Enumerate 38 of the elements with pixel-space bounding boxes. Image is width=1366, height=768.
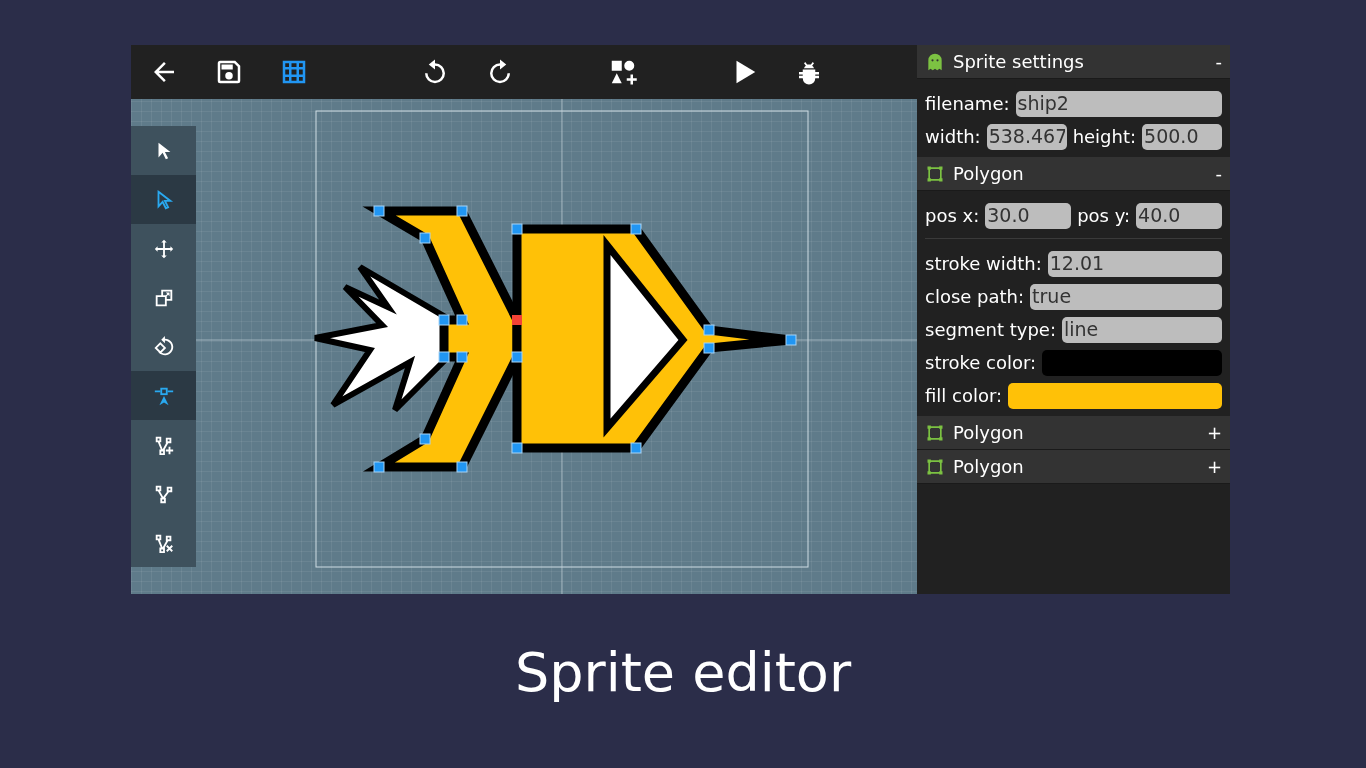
field-label: stroke width: [925, 252, 1042, 276]
collapse-toggle[interactable]: - [1215, 48, 1222, 75]
spaceship-drawing[interactable] [312, 205, 797, 473]
color-swatch[interactable] [1008, 382, 1222, 409]
input-field[interactable]: 40.0 [1136, 202, 1222, 229]
input-field[interactable]: true [1030, 283, 1222, 310]
ghost-icon [925, 51, 945, 72]
section-header[interactable]: Polygon + [917, 450, 1230, 484]
section-header[interactable]: Sprite settings - [917, 45, 1230, 79]
field-label: close path: [925, 285, 1025, 309]
field-label: stroke color: [925, 351, 1037, 375]
move-icon [152, 237, 175, 260]
field-label: fill color: [925, 384, 1003, 408]
expand-toggle[interactable]: + [1206, 419, 1222, 446]
direct-select-tool[interactable] [131, 175, 196, 224]
expand-toggle[interactable]: + [1206, 453, 1222, 480]
field-label: filename: [925, 92, 1010, 116]
field-label: width: [925, 125, 981, 149]
input-field[interactable]: 30.0 [985, 202, 1072, 229]
color-swatch[interactable] [1042, 349, 1222, 376]
caption: Sprite editor [513, 640, 853, 706]
collapse-toggle[interactable]: - [1215, 160, 1222, 187]
field-label: pos x: [925, 204, 980, 228]
input-field[interactable]: ship2 [1015, 90, 1222, 117]
field-label: pos y: [1077, 204, 1131, 228]
canvas-area[interactable] [131, 99, 917, 594]
section-title: Polygon [953, 421, 1025, 445]
input-field[interactable]: 12.01 [1047, 250, 1222, 277]
section-title: Sprite settings [953, 50, 1085, 74]
input-field[interactable]: line [1061, 316, 1222, 343]
input-field[interactable]: 500.0 [1142, 123, 1222, 150]
rotate-icon [152, 335, 175, 358]
section-title: Polygon [953, 162, 1025, 186]
field-label: segment type: [925, 318, 1056, 342]
section-title: Polygon [953, 455, 1025, 479]
field-label: height: [1072, 125, 1137, 149]
section-header[interactable]: Polygon + [917, 416, 1230, 450]
section-header[interactable]: Polygon - [917, 157, 1230, 191]
